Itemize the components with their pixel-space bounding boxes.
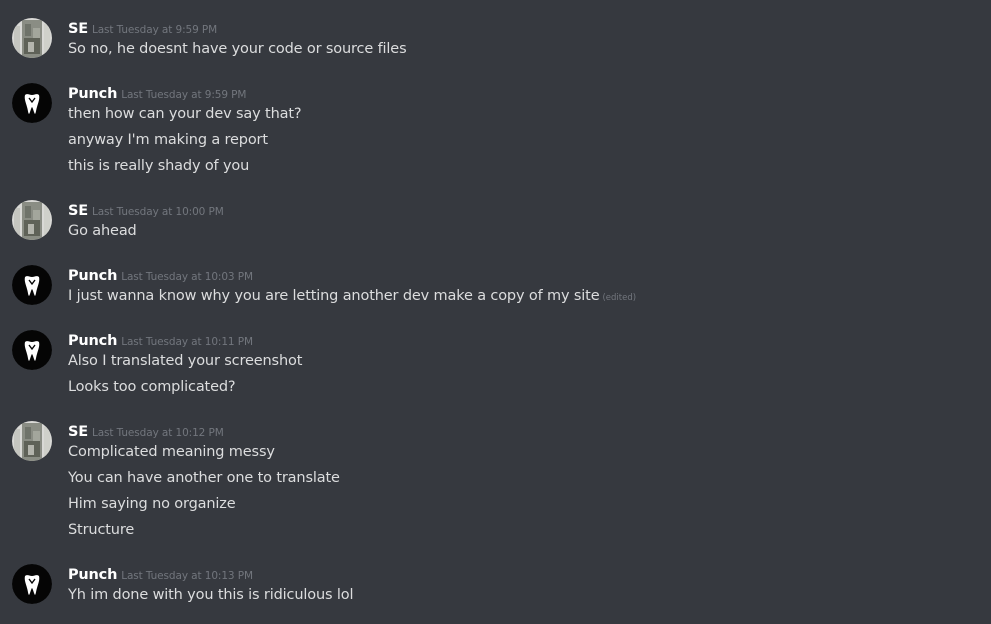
message-header: Punch Last Tuesday at 10:13 PM xyxy=(68,564,253,584)
edited-label: (edited) xyxy=(602,293,637,303)
punch-avatar[interactable] xyxy=(12,564,52,604)
message-header: SE Last Tuesday at 10:12 PM xyxy=(68,421,224,441)
message-text: I just wanna know why you are letting an… xyxy=(68,286,636,308)
username[interactable]: SE xyxy=(68,21,88,37)
punch-avatar[interactable] xyxy=(12,330,52,370)
username[interactable]: Punch xyxy=(68,333,117,349)
punch-avatar[interactable] xyxy=(12,83,52,123)
message-body: I just wanna know why you are letting an… xyxy=(68,288,600,304)
message-header: SE Last Tuesday at 9:59 PM xyxy=(68,18,217,38)
username[interactable]: Punch xyxy=(68,268,117,284)
message-header: Punch Last Tuesday at 9:59 PM xyxy=(68,83,246,103)
message-text: this is really shady of you xyxy=(68,158,250,174)
timestamp: Last Tuesday at 9:59 PM xyxy=(121,89,247,101)
message-header: SE Last Tuesday at 10:00 PM xyxy=(68,200,224,220)
username[interactable]: SE xyxy=(68,203,88,219)
username[interactable]: Punch xyxy=(68,86,117,102)
message-text: anyway I'm making a report xyxy=(68,132,268,148)
message-text: Also I translated your screenshot xyxy=(68,353,303,369)
se-avatar[interactable] xyxy=(12,200,52,240)
timestamp: Last Tuesday at 10:11 PM xyxy=(121,336,253,348)
message-text: You can have another one to translate xyxy=(68,470,340,486)
timestamp: Last Tuesday at 10:12 PM xyxy=(91,427,224,439)
message-text: Him saying no organize xyxy=(68,496,236,512)
timestamp: Last Tuesday at 10:00 PM xyxy=(91,206,224,218)
message-text: then how can your dev say that? xyxy=(68,106,302,122)
message-text: Go ahead xyxy=(68,223,137,239)
message-text: Looks too complicated? xyxy=(68,379,236,395)
punch-avatar[interactable] xyxy=(12,265,52,305)
username[interactable]: SE xyxy=(68,424,88,440)
timestamp: Last Tuesday at 10:03 PM xyxy=(121,271,253,283)
timestamp: Last Tuesday at 10:13 PM xyxy=(121,570,253,582)
message-text: Yh im done with you this is ridiculous l… xyxy=(68,587,354,603)
message-text: So no, he doesnt have your code or sourc… xyxy=(68,41,407,57)
se-avatar[interactable] xyxy=(12,421,52,461)
username[interactable]: Punch xyxy=(68,567,117,583)
message-text: Structure xyxy=(68,522,135,538)
se-avatar[interactable] xyxy=(12,18,52,58)
message-header: Punch Last Tuesday at 10:03 PM xyxy=(68,265,253,285)
message-header: Punch Last Tuesday at 10:11 PM xyxy=(68,330,253,350)
timestamp: Last Tuesday at 9:59 PM xyxy=(91,24,218,36)
chat-messages: SE Last Tuesday at 9:59 PM So no, he does… xyxy=(0,0,991,624)
message-text: Complicated meaning messy xyxy=(68,444,275,460)
